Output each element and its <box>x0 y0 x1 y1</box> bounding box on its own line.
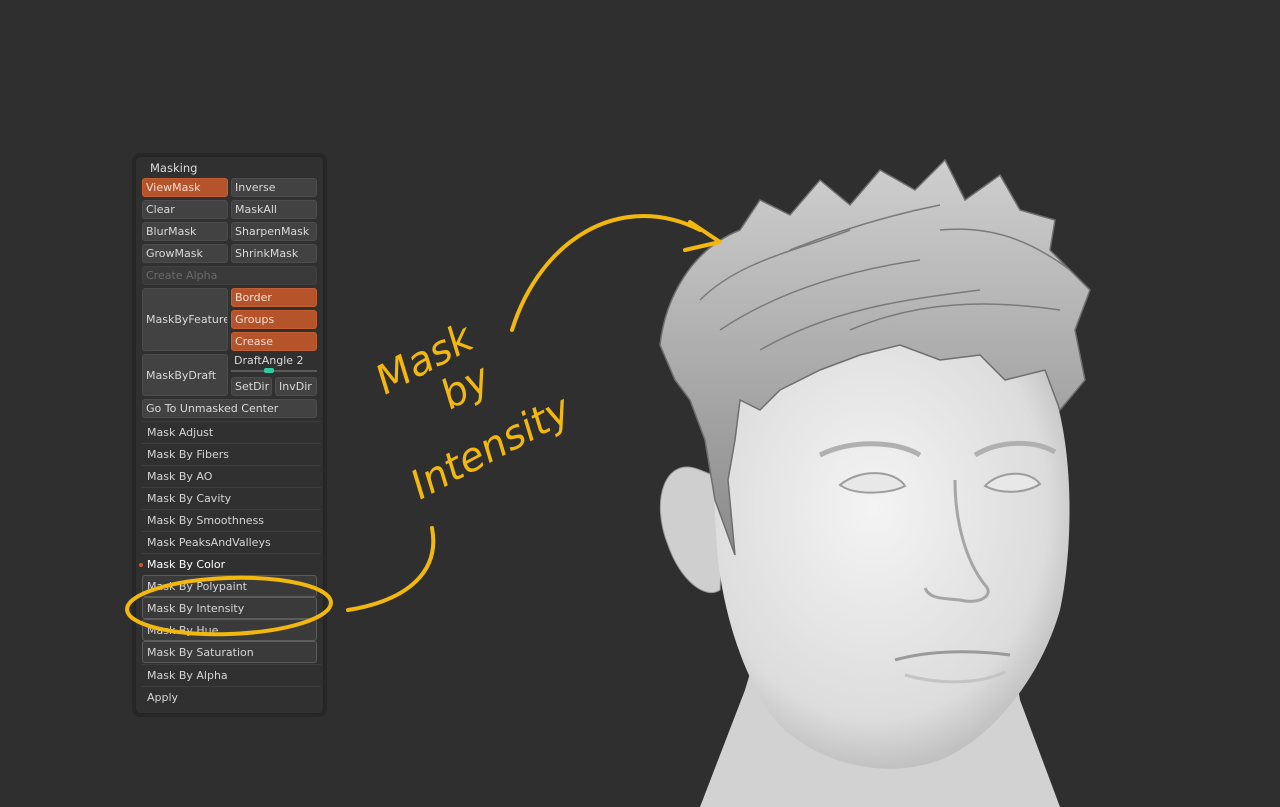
connector-stroke <box>346 526 436 612</box>
mask-by-hue-button[interactable]: Mask By Hue <box>142 619 317 641</box>
lower-lip-shape <box>904 670 1006 684</box>
arrowhead-icon <box>683 220 722 252</box>
hair-shape <box>659 158 1091 556</box>
create-alpha-button[interactable]: Create Alpha <box>142 266 317 285</box>
draftangle-value: 2 <box>296 354 304 367</box>
annotation-line-2: by <box>433 355 499 419</box>
mouth-shape <box>894 650 1011 662</box>
ear-shape <box>659 466 726 594</box>
panel-title: Masking <box>150 161 198 175</box>
hair-strands <box>699 204 1071 351</box>
draftangle-label: DraftAngle <box>234 354 294 367</box>
maskbydraft-button[interactable]: MaskByDraft <box>142 354 228 396</box>
open-indicator-dot <box>139 563 143 567</box>
growmask-button[interactable]: GrowMask <box>142 244 228 263</box>
right-brow-shape <box>973 440 1057 458</box>
setdir-button[interactable]: SetDir <box>231 377 272 396</box>
subpalette-label: Mask By Color <box>147 558 226 571</box>
viewmask-button[interactable]: ViewMask <box>142 178 228 197</box>
annotation-line-1: Mask <box>368 314 482 404</box>
masking-panel: Masking ViewMask Inverse Clear MaskAll B… <box>135 156 324 714</box>
face-shape <box>713 333 1070 769</box>
neck-shape <box>700 640 1060 807</box>
apply-button[interactable]: Apply <box>141 686 321 708</box>
groups-toggle[interactable]: Groups <box>231 310 317 329</box>
left-eye-shape <box>838 472 907 494</box>
subpalette-mask-by-cavity[interactable]: Mask By Cavity <box>141 487 321 509</box>
inverse-button[interactable]: Inverse <box>231 178 317 197</box>
arrow-to-hair <box>510 214 702 332</box>
maskall-button[interactable]: MaskAll <box>231 200 317 219</box>
annotation-line-3: Intensity <box>403 386 579 509</box>
sharpenmask-button[interactable]: SharpenMask <box>231 222 317 241</box>
subpalette-mask-by-color[interactable]: Mask By Color <box>139 553 321 575</box>
shrinkmask-button[interactable]: ShrinkMask <box>231 244 317 263</box>
crease-toggle[interactable]: Crease <box>231 332 317 351</box>
blurmask-button[interactable]: BlurMask <box>142 222 228 241</box>
clear-button[interactable]: Clear <box>142 200 228 219</box>
maskbyfeature-button[interactable]: MaskByFeature <box>142 288 228 351</box>
subpalette-mask-peaks-and-valleys[interactable]: Mask PeaksAndValleys <box>141 531 321 553</box>
nose-shape <box>923 479 990 603</box>
draftangle-slider[interactable]: DraftAngle 2 <box>231 354 317 374</box>
subpalette-mask-by-ao[interactable]: Mask By AO <box>141 465 321 487</box>
subpalette-mask-by-fibers[interactable]: Mask By Fibers <box>141 443 321 465</box>
subpalette-mask-adjust[interactable]: Mask Adjust <box>141 421 321 443</box>
border-toggle[interactable]: Border <box>231 288 317 307</box>
invdir-button[interactable]: InvDir <box>275 377 317 396</box>
mask-by-polypaint-button[interactable]: Mask By Polypaint <box>142 575 317 597</box>
slider-knob[interactable] <box>264 368 274 373</box>
mask-by-intensity-button[interactable]: Mask By Intensity <box>142 597 317 619</box>
mask-by-saturation-button[interactable]: Mask By Saturation <box>142 641 317 663</box>
goto-unmasked-center-button[interactable]: Go To Unmasked Center <box>142 399 317 418</box>
right-eye-shape <box>983 472 1042 493</box>
subpalette-mask-by-alpha[interactable]: Mask By Alpha <box>141 664 321 686</box>
slider-track <box>231 370 317 372</box>
head-model[interactable] <box>659 158 1091 807</box>
subpalette-mask-by-smoothness[interactable]: Mask By Smoothness <box>141 509 321 531</box>
left-brow-shape <box>818 441 922 458</box>
